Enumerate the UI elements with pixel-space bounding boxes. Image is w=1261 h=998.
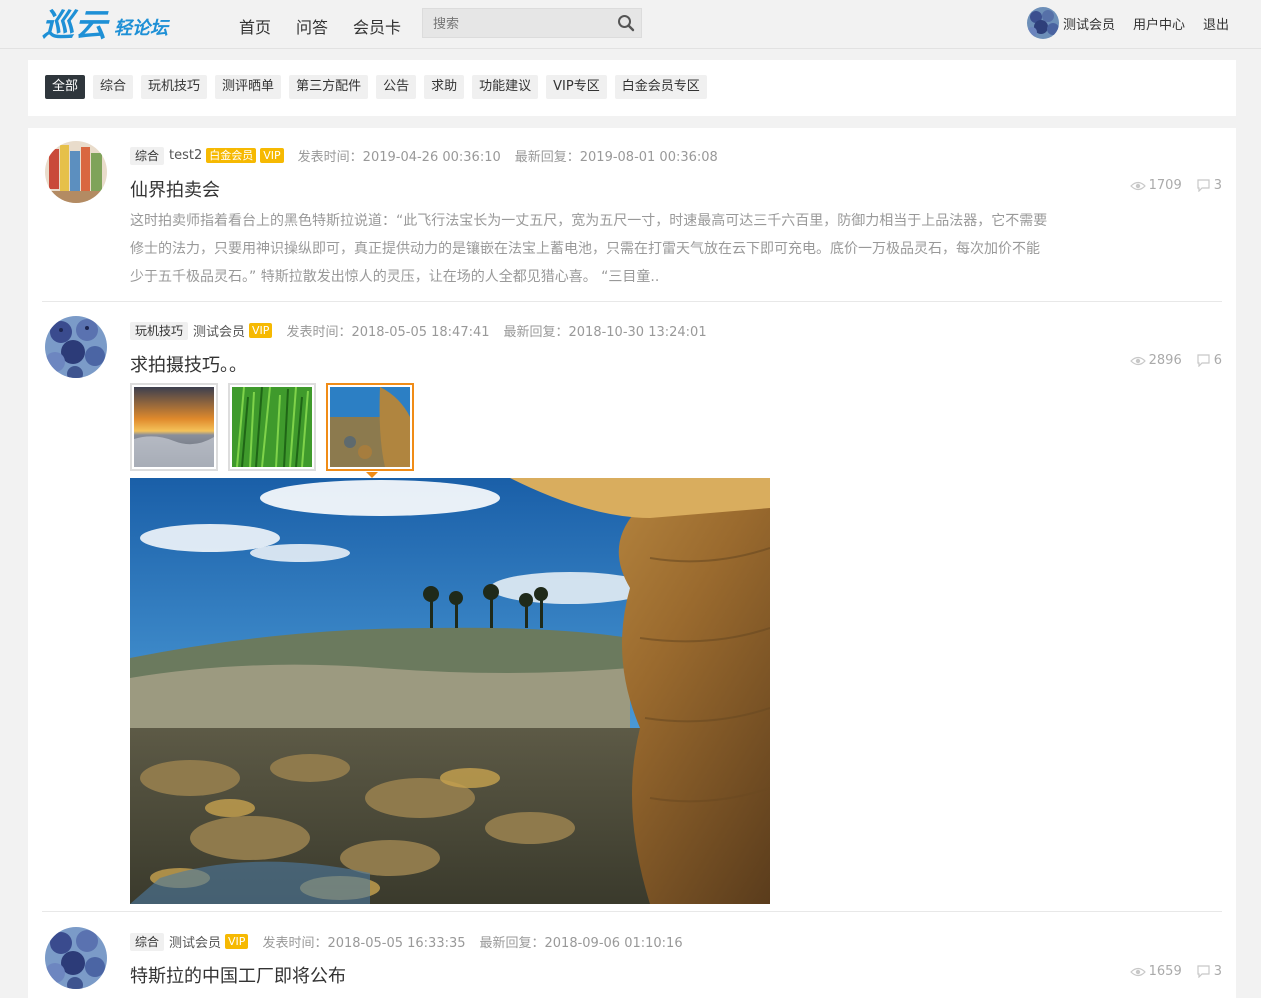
main-nav: 首页 问答 会员卡 (239, 14, 401, 38)
image-thumbnails (130, 383, 414, 478)
category-all[interactable]: 全部 (45, 75, 86, 99)
view-count: 1659 (1148, 964, 1182, 979)
logo-sub-text: 轻论坛 (114, 18, 169, 39)
category-announcements[interactable]: 公告 (376, 75, 417, 99)
vip-badge: VIP (260, 148, 284, 163)
search-input[interactable] (423, 9, 605, 39)
category-general[interactable]: 综合 (93, 75, 134, 99)
category-suggestions[interactable]: 功能建议 (472, 75, 539, 99)
category-tips[interactable]: 玩机技巧 (141, 75, 208, 99)
comment-icon (1196, 354, 1211, 367)
comment-count: 3 (1213, 964, 1222, 979)
last-reply-time: 最新回复：2019-08-01 00:36:08 (514, 150, 718, 165)
post-stats: 1659 3 (1129, 964, 1222, 979)
post-author[interactable]: test2 (169, 148, 202, 163)
category-accessories[interactable]: 第三方配件 (289, 75, 369, 99)
thumbnail-sunset[interactable] (130, 383, 218, 471)
search-box (422, 8, 642, 39)
nav-qa[interactable]: 问答 (296, 14, 328, 38)
user-area: 测试会员 用户中心 退出 (1026, 7, 1229, 39)
post-time: 发表时间：2019-04-26 00:36:10 (297, 150, 501, 165)
category-bar: 全部 综合 玩机技巧 测评晒单 第三方配件 公告 求助 功能建议 VIP专区 白… (28, 60, 1236, 116)
vip-badge: VIP (249, 323, 273, 338)
comment-count: 6 (1213, 353, 1222, 368)
author-avatar[interactable] (45, 141, 107, 203)
category-help[interactable]: 求助 (424, 75, 465, 99)
author-avatar[interactable] (45, 927, 107, 989)
category-reviews[interactable]: 测评晒单 (215, 75, 282, 99)
user-name[interactable]: 测试会员 (1063, 14, 1115, 33)
post-divider (42, 301, 1222, 302)
post-divider (42, 911, 1222, 912)
post-time: 发表时间：2018-05-05 16:33:35 (262, 936, 466, 951)
comment-icon (1196, 965, 1211, 978)
view-count: 1709 (1148, 178, 1182, 193)
search-icon[interactable] (617, 14, 635, 32)
top-header: 巡云 轻论坛 首页 问答 会员卡 测试会员 用户中心 退出 (0, 0, 1261, 49)
post-time: 发表时间：2018-05-05 18:47:41 (286, 325, 490, 340)
post-category-tag[interactable]: 综合 (130, 932, 165, 951)
logo-main-text: 巡云 (42, 6, 109, 44)
post-stats: 1709 3 (1129, 178, 1222, 193)
thumbnail-rocks-selected[interactable] (326, 383, 414, 478)
post-stats: 2896 6 (1129, 353, 1222, 368)
post-list: 综合 test2 白金会员 VIP 发表时间：2019-04-26 00:36:… (28, 128, 1236, 998)
comment-icon (1196, 179, 1211, 192)
thumbnail-grass[interactable] (228, 383, 316, 471)
post-category-tag[interactable]: 玩机技巧 (130, 321, 189, 340)
post-main-image[interactable] (130, 478, 770, 904)
user-avatar[interactable] (1026, 7, 1059, 39)
post-item: 玩机技巧 测试会员 VIP 发表时间：2018-05-05 18:47:41 最… (42, 303, 1222, 913)
eye-icon (1129, 180, 1146, 192)
eye-icon (1129, 966, 1146, 978)
nav-membership-card[interactable]: 会员卡 (353, 14, 401, 38)
view-count: 2896 (1148, 353, 1182, 368)
eye-icon (1129, 355, 1146, 367)
platinum-badge: 白金会员 (206, 148, 257, 163)
category-vip[interactable]: VIP专区 (546, 75, 607, 99)
post-author[interactable]: 测试会员 (169, 932, 221, 951)
comment-count: 3 (1213, 178, 1222, 193)
site-logo[interactable]: 巡云 轻论坛 (42, 4, 168, 42)
post-author[interactable]: 测试会员 (193, 321, 245, 340)
post-item: 综合 test2 白金会员 VIP 发表时间：2019-04-26 00:36:… (42, 128, 1222, 302)
author-avatar[interactable] (45, 316, 107, 378)
last-reply-time: 最新回复：2018-09-06 01:10:16 (479, 936, 683, 951)
logout-link[interactable]: 退出 (1203, 14, 1229, 33)
post-title[interactable]: 仙界拍卖会 (130, 176, 220, 202)
post-item: 综合 测试会员 VIP 发表时间：2018-05-05 16:33:35 最新回… (42, 914, 1222, 998)
user-center-link[interactable]: 用户中心 (1133, 14, 1185, 33)
vip-badge: VIP (225, 934, 249, 949)
post-category-tag[interactable]: 综合 (130, 146, 165, 165)
post-title[interactable]: 特斯拉的中国工厂即将公布 (130, 962, 346, 988)
category-platinum[interactable]: 白金会员专区 (614, 75, 707, 99)
post-title[interactable]: 求拍摄技巧。。 (130, 351, 247, 377)
nav-home[interactable]: 首页 (239, 14, 271, 38)
post-excerpt: 这时拍卖师指着看台上的黑色特斯拉说道：“此飞行法宝长为一丈五尺，宽为五尺一寸，时… (130, 213, 1048, 285)
last-reply-time: 最新回复：2018-10-30 13:24:01 (503, 325, 707, 340)
